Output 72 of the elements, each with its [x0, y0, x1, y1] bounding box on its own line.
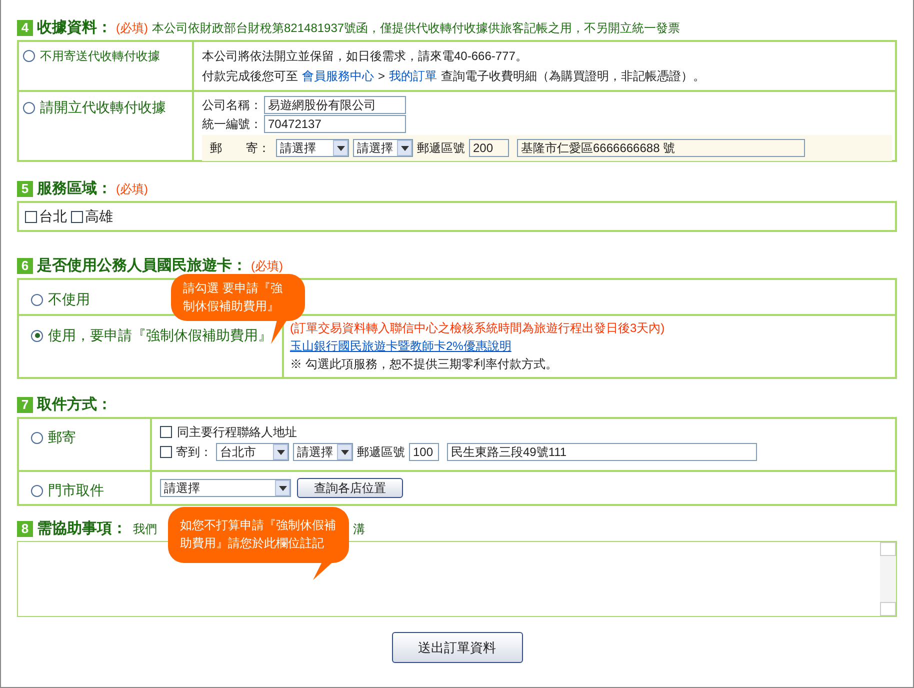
submit-order-button[interactable]: 送出訂單資料 — [392, 632, 522, 663]
member-center-link[interactable]: 會員服務中心 — [302, 66, 374, 86]
option-label: 寄到： — [176, 444, 212, 461]
section-note: 我們 — [133, 521, 157, 538]
option-label: 門市取件 — [48, 481, 104, 500]
note-text: ※ 勾選此項服務，恕不提供三期零利率付款方式。 — [290, 356, 558, 373]
caret-icon — [273, 444, 288, 460]
find-stores-button[interactable]: 查詢各店位置 — [297, 478, 403, 498]
caret-icon — [333, 140, 348, 156]
field-label: 公司名稱： — [202, 97, 262, 114]
callout-tail-icon — [271, 320, 287, 344]
checkbox[interactable] — [25, 210, 37, 222]
input-field[interactable]: 70472137 — [264, 115, 406, 133]
section-title: 收據資料： — [37, 18, 112, 38]
option-label: 郵寄 — [48, 428, 76, 447]
input-field[interactable]: 基隆市仁愛區6666666688 號 — [517, 139, 805, 157]
required-mark: (必填) — [116, 20, 148, 37]
dropdown[interactable]: 請選擇 — [293, 443, 353, 461]
required-mark: (必填) — [251, 258, 283, 275]
required-mark: (必填) — [116, 181, 148, 198]
notice-text: (訂單交易資料轉入聯信中心之檢核系統時間為旅遊行程出發日後3天內) — [290, 320, 666, 337]
option-label: 台北 — [39, 207, 67, 226]
field-label: 郵遞區號 — [417, 140, 465, 157]
field-label: 郵遞區號 — [357, 444, 405, 461]
info-text: 本公司將依法開立並保留，如日後需求，請來電40-666-777。 — [202, 48, 528, 65]
section-note: 本公司依財政部台財稅第821481937號函，僅提供代收轉付收據供旅客記帳之用，不另開立統一發票 — [152, 20, 680, 37]
section-number-badge: 4 — [17, 20, 33, 36]
section-title: 是否使用公務人員國民旅遊卡： — [37, 256, 247, 276]
section-number-badge: 8 — [17, 521, 33, 537]
radio-button[interactable] — [23, 50, 35, 62]
input-field[interactable]: 200 — [469, 139, 509, 157]
callout-tail-icon — [313, 560, 335, 580]
section-number-badge: 6 — [17, 258, 33, 274]
field-label: 郵 寄： — [210, 140, 271, 157]
callout-bubble: 如您不打算申請『強制休假補助費用』請您於此欄位註記 — [168, 507, 349, 563]
section-title: 服務區域： — [37, 178, 112, 199]
option-label: 高雄 — [85, 207, 113, 226]
checkbox[interactable] — [71, 210, 83, 222]
caret-icon — [397, 140, 412, 156]
info-text: 查詢電子收費明細（為購買證明，非記帳憑證）。 — [441, 68, 706, 85]
field-label: 統一編號： — [202, 116, 262, 133]
section-number-badge: 5 — [17, 181, 33, 197]
callout-bubble: 請勾選 要申請『強制休假補助費用』 — [171, 274, 305, 321]
option-label: 請開立代收轉付收據 — [40, 98, 166, 117]
option-label: 不用寄送代收轉付收據 — [40, 48, 160, 65]
separator-text: > — [378, 68, 386, 85]
checkbox[interactable] — [160, 426, 172, 438]
input-field[interactable]: 易遊網股份有限公司 — [264, 96, 406, 114]
option-label: 使用，要申請『強制休假補助費用』 — [48, 326, 272, 345]
my-orders-link[interactable]: 我的訂單 — [389, 66, 438, 86]
section-number-badge: 7 — [17, 397, 33, 413]
input-field[interactable]: 民生東路三段49號111 — [447, 443, 757, 461]
radio-button[interactable] — [23, 102, 35, 114]
radio-button[interactable] — [31, 294, 43, 306]
caret-icon — [275, 480, 290, 496]
discount-info-link[interactable]: 玉山銀行國民旅遊卡暨教師卡2%優惠說明 — [290, 339, 512, 353]
section-title: 需協助事項： — [37, 518, 127, 539]
radio-button[interactable] — [31, 484, 43, 496]
info-text: 付款完成後您可至 — [202, 68, 298, 85]
checkbox[interactable] — [160, 446, 172, 458]
section-title: 取件方式： — [37, 394, 112, 415]
dropdown[interactable]: 請選擇 — [160, 479, 291, 497]
dropdown[interactable]: 台北市 — [216, 443, 289, 461]
radio-button[interactable] — [31, 432, 43, 444]
option-label: 不使用 — [48, 290, 90, 309]
option-label: 同主要行程聯絡人地址 — [177, 424, 297, 441]
input-field[interactable]: 100 — [409, 443, 439, 461]
caret-icon — [337, 444, 352, 460]
radio-button[interactable] — [31, 330, 43, 342]
dropdown[interactable]: 請選擇 — [276, 139, 349, 157]
section-note: 溝 — [353, 521, 365, 538]
dropdown[interactable]: 請選擇 — [353, 139, 413, 157]
